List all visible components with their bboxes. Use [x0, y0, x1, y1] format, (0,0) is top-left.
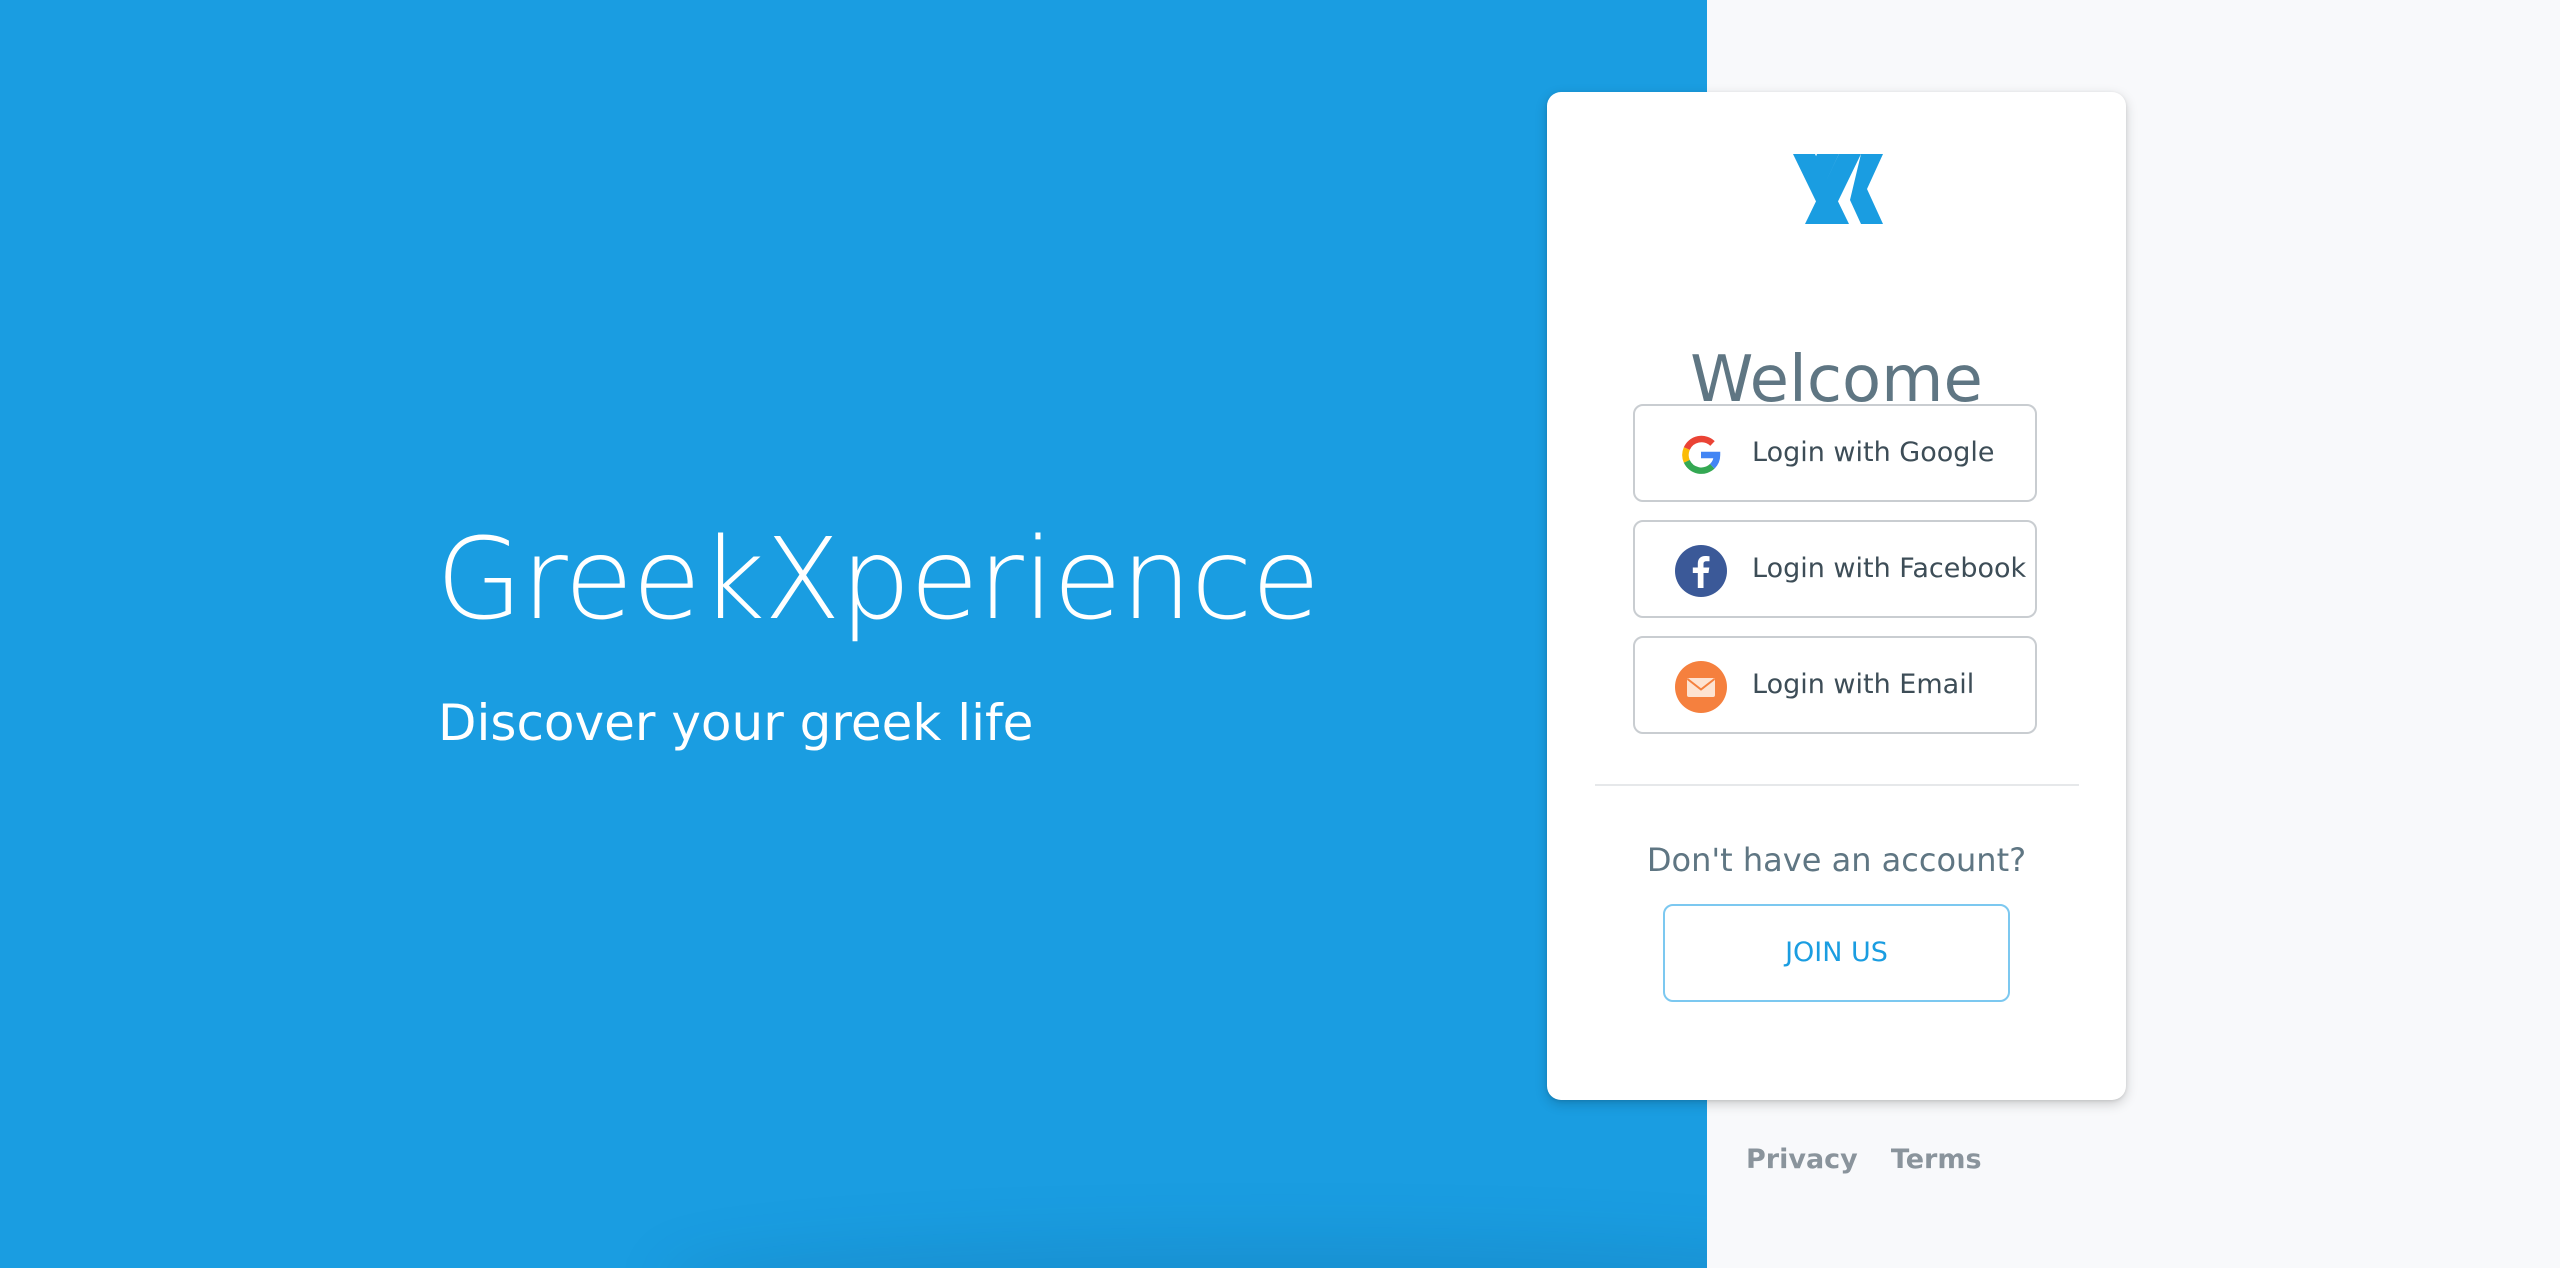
hero-bottom-shadow	[660, 1236, 1707, 1268]
login-page: GreekXperience Discover your greek life …	[0, 0, 2560, 1268]
login-with-email-button[interactable]: Login with Email	[1633, 636, 2037, 734]
facebook-icon	[1674, 544, 1728, 598]
join-us-button[interactable]: JOIN US	[1663, 904, 2010, 1002]
privacy-link[interactable]: Privacy	[1746, 1140, 1858, 1180]
login-with-facebook-label: Login with Facebook	[1752, 553, 2027, 584]
hero-panel: GreekXperience Discover your greek life	[0, 0, 1707, 1268]
footer-links: Privacy Terms	[1746, 1140, 1982, 1180]
google-icon	[1674, 428, 1728, 482]
login-with-email-label: Login with Email	[1752, 669, 1975, 700]
login-with-google-label: Login with Google	[1752, 437, 1995, 468]
card-divider	[1595, 784, 2079, 786]
login-with-google-button[interactable]: Login with Google	[1633, 404, 2037, 502]
brand-tagline: Discover your greek life	[438, 694, 1034, 752]
terms-link[interactable]: Terms	[1891, 1140, 1982, 1180]
signup-prompt: Don't have an account?	[1646, 841, 2027, 879]
greekxperience-logo-icon	[1791, 154, 1883, 224]
login-card: Welcome Login with Google Login with Fac…	[1547, 92, 2126, 1100]
email-envelope-icon	[1674, 660, 1728, 714]
login-with-facebook-button[interactable]: Login with Facebook	[1633, 520, 2037, 618]
brand-title: GreekXperience	[436, 515, 1320, 645]
